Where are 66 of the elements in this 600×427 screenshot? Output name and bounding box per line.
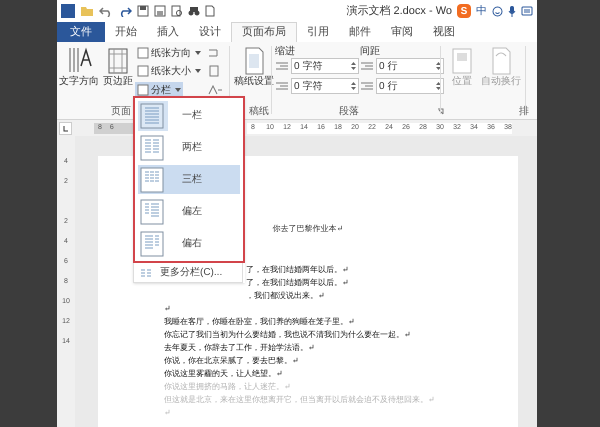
spinner-arrows-icon[interactable]: [351, 61, 356, 71]
text-line: 你说这里雾霾的天，让人绝望。↵: [164, 368, 283, 380]
columns-option[interactable]: 三栏: [138, 165, 240, 194]
caret-icon: [195, 69, 201, 73]
ribbon-tab[interactable]: 审阅: [381, 22, 423, 42]
text-line: 你说这里拥挤的马路，让人迷茫。↵: [164, 381, 291, 393]
group-label: 页面: [111, 105, 131, 119]
ribbon-tab[interactable]: 文件: [57, 22, 105, 42]
ribbon-tab[interactable]: 引用: [297, 22, 339, 42]
columns-option[interactable]: 偏右: [138, 229, 240, 258]
microphone-icon[interactable]: [508, 5, 516, 17]
group-label: 排: [519, 104, 529, 119]
group-label: 稿纸: [249, 104, 269, 119]
text-line: 你说，你在北京呆腻了，要去巴黎。↵: [164, 355, 299, 367]
redo-icon[interactable]: [118, 5, 132, 17]
text-line: 你忘记了我们当初为什么要结婚，我也说不清我们为什么要在一起。↵: [164, 329, 411, 341]
ribbon-tab[interactable]: 插入: [147, 22, 189, 42]
text-line: 了，在我们结婚两年以后。↵: [246, 277, 349, 289]
indent-label: 缩进: [275, 44, 295, 59]
ribbon-tab[interactable]: 设计: [189, 22, 231, 42]
ribbon-tab[interactable]: 视图: [423, 22, 465, 42]
indent-right-icon: [275, 80, 289, 92]
window-title: 演示文档 2.docx - Wo: [346, 4, 452, 19]
ime-mode[interactable]: 中: [476, 2, 487, 20]
caret-icon: [195, 51, 201, 55]
text-line: 但这就是北京，来在这里你想离开它，但当离开以后就会迫不及待想回来。↵: [164, 394, 435, 406]
ribbon-tab[interactable]: 邮件: [339, 22, 381, 42]
text-line: ↵: [164, 303, 171, 315]
ribbon-tab[interactable]: 开始: [105, 22, 147, 42]
spacing-after-icon: [360, 80, 374, 92]
columns-option[interactable]: 一栏: [138, 101, 240, 130]
save-icon[interactable]: [137, 5, 149, 17]
smiley-icon[interactable]: [492, 6, 503, 16]
indent-right-field[interactable]: 0 字符: [291, 78, 359, 94]
tab-selector-icon[interactable]: [59, 122, 72, 134]
more-columns-item[interactable]: 更多分栏(C)...: [133, 263, 243, 283]
spacing-before-field[interactable]: 0 行: [376, 58, 444, 74]
text-direction-button[interactable]: 文字方向: [57, 46, 101, 88]
text-line: 我睡在客厅，你睡在卧室，我们养的狗睡在笼子里。↵: [164, 316, 355, 328]
spacing-after-field[interactable]: 0 行: [376, 78, 444, 94]
save-as-icon[interactable]: [154, 5, 166, 17]
columns-option[interactable]: 偏左: [138, 197, 240, 226]
paper-size-button[interactable]: 纸张大小: [135, 63, 203, 79]
print-preview-icon[interactable]: [171, 5, 183, 17]
text-line: ↵: [164, 407, 171, 419]
indent-left-field[interactable]: 0 字符: [291, 58, 359, 74]
orientation-button[interactable]: 纸张方向: [135, 45, 203, 61]
spinner-arrows-icon[interactable]: [436, 81, 441, 91]
caret-icon: [175, 88, 181, 92]
indent-left-icon: [275, 60, 289, 72]
spinner-arrows-icon[interactable]: [436, 61, 441, 71]
ribbon-tab[interactable]: 页面布局: [231, 22, 297, 42]
text-line: 了，在我们结婚两年以后。↵: [246, 264, 349, 276]
binoculars-icon[interactable]: [188, 5, 200, 17]
undo-icon[interactable]: [99, 5, 113, 17]
text-line: 去年夏天，你辞去了工作，开始学法语。↵: [164, 342, 315, 354]
group-label: 段落: [339, 104, 359, 119]
columns-option[interactable]: 两栏: [138, 133, 240, 162]
page-icon[interactable]: [205, 5, 215, 17]
spacing-before-icon: [360, 60, 374, 72]
text-line: ，我们都没说出来。↵: [246, 290, 325, 302]
margins-button[interactable]: 页边距: [101, 46, 135, 88]
document-title: 你去了巴黎作业本↵: [272, 223, 344, 235]
keyboard-icon[interactable]: [521, 6, 533, 16]
spinner-arrows-icon[interactable]: [351, 81, 356, 91]
spacing-label: 间距: [360, 45, 380, 59]
